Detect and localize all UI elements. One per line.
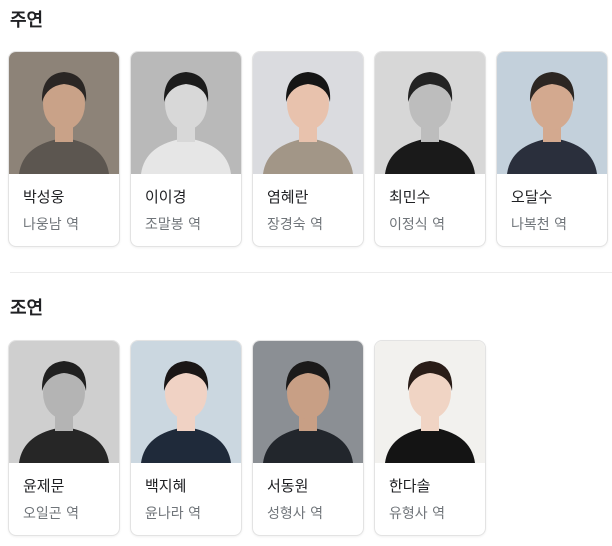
section-title-supporting-cast: 조연: [10, 298, 44, 319]
section-divider: [10, 272, 612, 273]
cast-card[interactable]: 서동원성형사 역: [252, 340, 364, 536]
character-role: 장경숙 역: [267, 217, 323, 233]
cast-card[interactable]: 최민수이정식 역: [374, 51, 486, 247]
cast-card[interactable]: 백지혜윤나라 역: [130, 340, 242, 536]
character-role: 성형사 역: [267, 506, 323, 522]
character-role: 윤나라 역: [145, 506, 201, 522]
actor-name: 오달수: [511, 188, 553, 206]
actor-photo: [375, 52, 485, 174]
actor-name: 백지혜: [145, 477, 187, 495]
cast-card[interactable]: 한다솔유형사 역: [374, 340, 486, 536]
actor-photo: [253, 52, 363, 174]
character-role: 나웅남 역: [23, 217, 79, 233]
actor-photo: [253, 341, 363, 463]
cast-card[interactable]: 윤제문오일곤 역: [8, 340, 120, 536]
actor-name: 이이경: [145, 188, 187, 206]
character-role: 오일곤 역: [23, 506, 79, 522]
character-role: 나복천 역: [511, 217, 567, 233]
cast-card[interactable]: 염혜란장경숙 역: [252, 51, 364, 247]
character-role: 유형사 역: [389, 506, 445, 522]
cast-card[interactable]: 오달수나복천 역: [496, 51, 608, 247]
character-role: 이정식 역: [389, 217, 445, 233]
cast-card[interactable]: 박성웅나웅남 역: [8, 51, 120, 247]
cast-card[interactable]: 이이경조말봉 역: [130, 51, 242, 247]
actor-name: 최민수: [389, 188, 431, 206]
actor-photo: [9, 341, 119, 463]
actor-name: 염혜란: [267, 188, 309, 206]
character-role: 조말봉 역: [145, 217, 201, 233]
main-cast-row: 박성웅 나웅남 역 이이경 조말봉 역 염혜란 장경숙 역 최민수 이정식 역 오달수 나복천 역: [8, 51, 608, 247]
actor-photo: [375, 341, 485, 463]
actor-name: 서동원: [267, 477, 309, 495]
supporting-cast-row: 윤제문 오일곤 역 백지혜 윤나라 역 서동원 성형사 역 한다솔 유형사 역: [8, 340, 486, 536]
actor-name: 윤제문: [23, 477, 65, 495]
actor-photo: [497, 52, 607, 174]
actor-photo: [9, 52, 119, 174]
actor-name: 한다솔: [389, 477, 431, 495]
actor-photo: [131, 52, 241, 174]
actor-photo: [131, 341, 241, 463]
section-title-main-cast: 주연: [10, 10, 44, 31]
actor-name: 박성웅: [23, 188, 65, 206]
